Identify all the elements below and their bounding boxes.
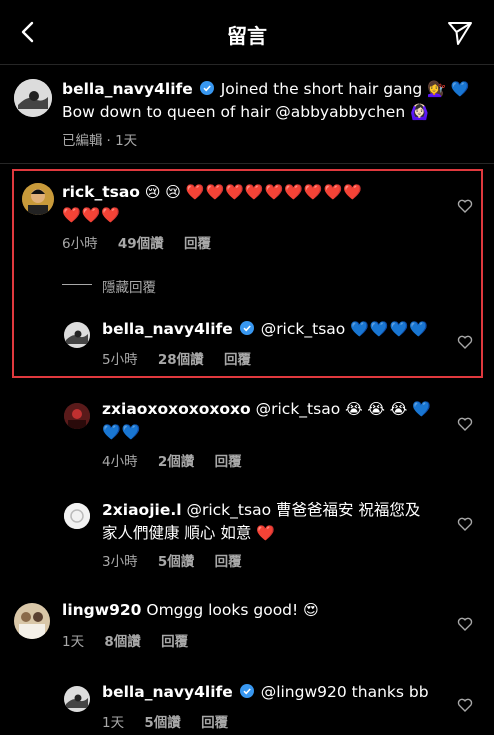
reply-button[interactable]: 回覆 [201,715,228,731]
send-icon[interactable] [446,18,474,46]
page-title: 留言 [227,24,267,48]
edited-label: 已編輯 [62,133,103,149]
verified-badge-icon [239,684,254,698]
likes-count[interactable]: 2個讚 [158,454,194,470]
header-divider [0,64,494,65]
reply-username[interactable]: 2xiaojie.l [102,501,182,519]
caption-text: bella_navy4life Joined the short hair ga… [62,80,471,121]
avatar[interactable] [64,403,90,429]
comment-text: lingw920 Omggg looks good! 😍 [62,601,319,619]
verified-badge-icon [199,81,214,95]
reply-meta: 5小時 28個讚 回覆 [102,352,251,368]
likes-count[interactable]: 28個讚 [158,352,204,368]
avatar[interactable] [64,322,90,348]
comment-username[interactable]: rick_tsao [62,183,140,201]
like-heart-icon[interactable] [457,697,473,713]
likes-count[interactable]: 49個讚 [118,236,164,252]
comment-username[interactable]: lingw920 [62,601,141,619]
comment-time: 6小時 [62,236,98,252]
hide-replies-line [62,284,92,285]
verified-badge-icon [239,321,254,335]
reply-username[interactable]: bella_navy4life [102,320,233,338]
avatar[interactable] [64,686,90,712]
reply-button[interactable]: 回覆 [184,236,211,252]
like-heart-icon[interactable] [457,416,473,432]
comment-meta: 6小時 49個讚 回覆 [62,232,227,252]
likes-count[interactable]: 5個讚 [158,554,194,570]
reply-meta: 4小時 2個讚 回覆 [102,454,242,470]
caption-divider [0,163,494,164]
comment-text: rick_tsao 😢 😢 ❤️❤️❤️❤️❤️❤️❤️❤️❤️ ❤️❤️❤️ [62,183,363,224]
reply-button[interactable]: 回覆 [215,454,242,470]
reply-button[interactable]: 回覆 [224,352,251,368]
comment-meta: 1天 8個讚 回覆 [62,634,189,650]
reply-text: bella_navy4life @rick_tsao 💙💙💙💙 [102,320,429,338]
reply-text: bella_navy4life @lingw920 thanks bb [102,683,429,701]
caption-meta: 已編輯 · 1天 [62,133,138,149]
reply-meta: 3小時 5個讚 回覆 [102,554,242,570]
like-heart-icon[interactable] [457,516,473,532]
avatar[interactable] [22,183,54,215]
reply-button[interactable]: 回覆 [215,554,242,570]
reply-text: 2xiaojie.l @rick_tsao 曹爸爸福安 祝福您及 家人們健康 順… [102,501,421,542]
reply-username[interactable]: bella_navy4life [102,683,233,701]
avatar[interactable] [64,503,90,529]
reply-username[interactable]: zxiaoxoxoxoxoxo [102,400,251,418]
reply-button[interactable]: 回覆 [161,634,188,650]
hide-replies-button[interactable]: 隱藏回覆 [102,276,156,296]
avatar[interactable] [14,79,52,117]
likes-count[interactable]: 8個讚 [104,634,140,650]
reply-meta: 1天 5個讚 回覆 [102,715,229,731]
like-heart-icon[interactable] [457,198,473,214]
avatar[interactable] [14,603,50,639]
caption-username[interactable]: bella_navy4life [62,80,193,98]
like-heart-icon[interactable] [457,334,473,350]
caption-time: 1天 [115,133,138,149]
likes-count[interactable]: 5個讚 [144,715,180,731]
like-heart-icon[interactable] [457,616,473,632]
top-bar: 留言 [0,0,494,64]
reply-text: zxiaoxoxoxoxoxo @rick_tsao 😭 😭 😭 💙 💙💙 [102,400,432,441]
